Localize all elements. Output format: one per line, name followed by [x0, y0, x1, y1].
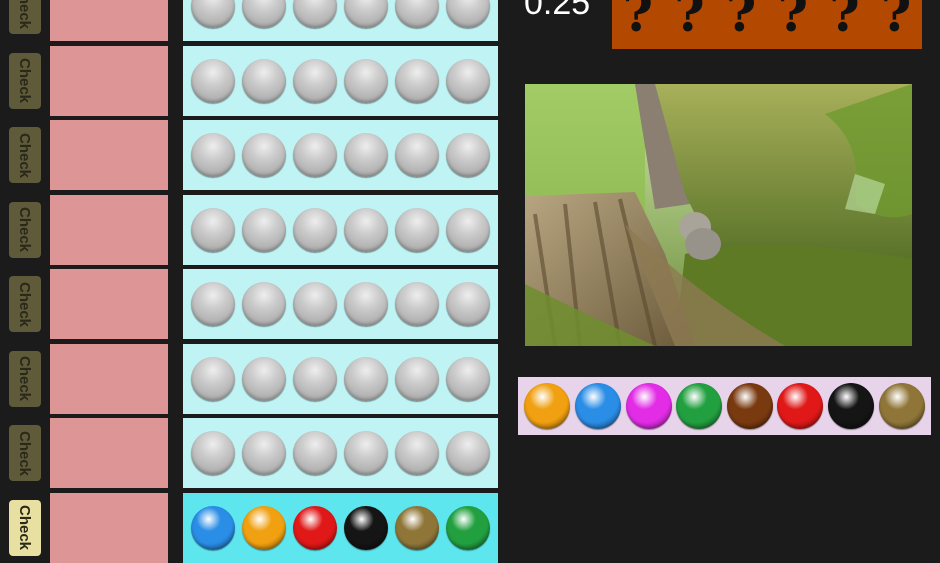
color-palette	[518, 377, 931, 435]
peg-slot-empty[interactable]	[191, 431, 235, 475]
guess-row	[183, 418, 498, 488]
check-button-label: Check	[16, 355, 34, 402]
peg-slot-empty[interactable]	[191, 282, 235, 326]
guess-row	[183, 0, 498, 41]
peg-slot-empty[interactable]	[344, 356, 388, 401]
peg-slot-empty[interactable]	[191, 356, 235, 401]
peg-slot-orange[interactable]	[242, 505, 286, 550]
check-button-label: Check	[16, 57, 34, 104]
feedback-box	[50, 194, 168, 265]
secret-peg-hidden: ?	[880, 0, 912, 44]
check-button[interactable]: Check	[9, 0, 41, 34]
palette-peg-blue[interactable]	[574, 383, 621, 429]
peg-slot-empty[interactable]	[191, 58, 235, 103]
peg-slot-empty[interactable]	[293, 431, 337, 475]
peg-slot-empty[interactable]	[344, 431, 388, 475]
palette-peg-orange[interactable]	[524, 383, 571, 429]
feedback-box	[50, 492, 168, 563]
peg-slot-empty[interactable]	[446, 133, 490, 177]
peg-slot-empty[interactable]	[293, 58, 337, 103]
secret-peg-hidden: ?	[829, 0, 860, 44]
check-button-label: Check	[16, 0, 34, 29]
palette-peg-black[interactable]	[828, 383, 875, 429]
peg-slot-empty[interactable]	[242, 207, 286, 252]
peg-slot-empty[interactable]	[242, 0, 286, 28]
secret-peg-hidden: ?	[777, 0, 809, 44]
guess-row	[183, 45, 498, 116]
forest-stump-image	[525, 84, 912, 346]
peg-slot-empty[interactable]	[395, 282, 439, 326]
check-button-label: Check	[16, 281, 34, 327]
peg-slot-empty[interactable]	[395, 133, 439, 177]
peg-slot-empty[interactable]	[446, 282, 490, 326]
peg-slot-empty[interactable]	[242, 133, 286, 177]
feedback-box	[50, 269, 168, 339]
check-button[interactable]: Check	[9, 425, 41, 481]
feedback-box	[50, 0, 168, 41]
timer-display: 0:25	[524, 0, 591, 22]
check-button[interactable]: Check	[9, 201, 41, 258]
peg-slot-empty[interactable]	[293, 207, 337, 252]
guess-row	[183, 120, 498, 190]
peg-slot-empty[interactable]	[395, 207, 439, 252]
peg-slot-empty[interactable]	[293, 282, 337, 326]
check-button[interactable]: Check	[9, 52, 41, 109]
check-button[interactable]: Check	[9, 127, 41, 183]
peg-slot-green[interactable]	[446, 505, 490, 550]
peg-slot-empty[interactable]	[191, 207, 235, 252]
peg-slot-empty[interactable]	[293, 0, 337, 28]
peg-slot-empty[interactable]	[344, 282, 388, 326]
check-button-label: Check	[16, 132, 34, 178]
palette-peg-brown[interactable]	[726, 383, 773, 429]
secret-peg-hidden: ?	[622, 0, 654, 44]
peg-slot-empty[interactable]	[344, 0, 388, 28]
peg-slot-empty[interactable]	[446, 0, 490, 28]
palette-peg-magenta[interactable]	[625, 383, 672, 429]
peg-slot-empty[interactable]	[446, 207, 490, 252]
peg-slot-empty[interactable]	[446, 356, 490, 401]
peg-slot-empty[interactable]	[191, 133, 235, 177]
peg-slot-empty[interactable]	[293, 133, 337, 177]
peg-slot-empty[interactable]	[242, 58, 286, 103]
peg-slot-empty[interactable]	[446, 431, 490, 475]
feedback-box	[50, 45, 168, 116]
peg-slot-empty[interactable]	[395, 356, 439, 401]
palette-peg-green[interactable]	[676, 383, 723, 429]
guess-row	[183, 343, 498, 414]
feedback-box	[50, 343, 168, 414]
palette-peg-olive[interactable]	[878, 383, 925, 429]
palette-peg-red[interactable]	[777, 383, 824, 429]
secret-code-panel: ??????	[612, 0, 922, 49]
peg-slot-empty[interactable]	[293, 356, 337, 401]
peg-slot-empty[interactable]	[395, 0, 439, 28]
guess-row	[183, 492, 498, 563]
check-button-label: Check	[16, 504, 34, 551]
peg-slot-empty[interactable]	[242, 282, 286, 326]
peg-slot-empty[interactable]	[446, 58, 490, 103]
peg-slot-empty[interactable]	[395, 58, 439, 103]
secret-peg-hidden: ?	[674, 0, 705, 44]
check-button[interactable]: Check	[9, 350, 41, 407]
check-button-label: Check	[16, 430, 34, 476]
peg-slot-empty[interactable]	[242, 431, 286, 475]
peg-slot-empty[interactable]	[242, 356, 286, 401]
guess-row	[183, 269, 498, 339]
check-button[interactable]: Check	[9, 276, 41, 332]
peg-slot-empty[interactable]	[344, 133, 388, 177]
peg-slot-black[interactable]	[344, 505, 388, 550]
peg-slot-empty[interactable]	[395, 431, 439, 475]
guess-row	[183, 194, 498, 265]
secret-peg-hidden: ?	[725, 0, 757, 44]
peg-slot-empty[interactable]	[344, 207, 388, 252]
peg-slot-red[interactable]	[293, 505, 337, 550]
check-button[interactable]: Check	[9, 499, 41, 556]
check-button-label: Check	[16, 206, 34, 253]
feedback-box	[50, 418, 168, 488]
peg-slot-blue[interactable]	[191, 505, 235, 550]
peg-slot-olive[interactable]	[395, 505, 439, 550]
feedback-box	[50, 120, 168, 190]
peg-slot-empty[interactable]	[344, 58, 388, 103]
peg-slot-empty[interactable]	[191, 0, 235, 28]
scene-photo	[525, 84, 912, 346]
